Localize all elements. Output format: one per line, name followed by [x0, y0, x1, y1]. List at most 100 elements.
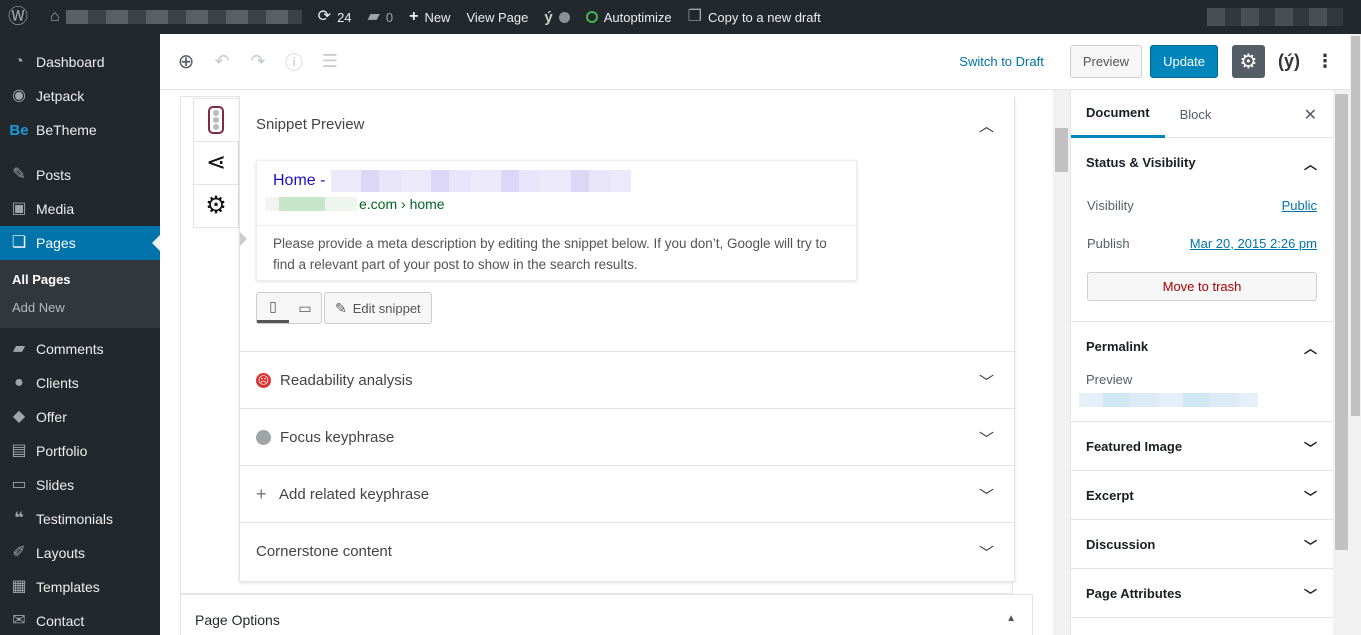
yoast-icon: (ý)	[1278, 51, 1300, 71]
permalink-url-redacted[interactable]	[1079, 393, 1258, 407]
settings-toggle-button[interactable]: ⚙	[1232, 45, 1265, 78]
discussion-panel[interactable]: Discussion ﹀	[1071, 520, 1333, 569]
menu-media[interactable]: ▣ Media	[0, 192, 160, 226]
new-content-link[interactable]: + New	[401, 0, 458, 34]
menu-dashboard[interactable]: ◔ Dashboard	[0, 45, 160, 79]
menu-label: Contact	[36, 613, 85, 629]
chevron-down-icon: ﹀	[978, 431, 994, 448]
visibility-toggle[interactable]: Public	[1282, 198, 1317, 213]
menu-offer[interactable]: ◆ Offer	[0, 400, 160, 434]
submenu-add-new[interactable]: Add New	[0, 294, 160, 322]
submenu-all-pages[interactable]: All Pages	[0, 266, 160, 294]
yoast-icon: ý	[544, 8, 553, 26]
preview-button[interactable]: Preview	[1069, 45, 1143, 78]
page-options-metabox[interactable]: Page Options ▲	[180, 594, 1033, 635]
pin-icon: ✎	[12, 166, 26, 183]
page-scrollbar[interactable]	[1350, 34, 1361, 635]
updates-link[interactable]: ⟳ 24	[310, 0, 360, 34]
comment-bubble-icon: ▰	[367, 8, 380, 25]
switch-to-draft-button[interactable]: Switch to Draft	[947, 45, 1056, 78]
panel-title: Status & Visibility	[1086, 154, 1196, 170]
menu-portfolio[interactable]: ▤ Portfolio	[0, 434, 160, 468]
vertical-ellipsis-icon: ⋮	[1316, 51, 1334, 71]
menu-label: Templates	[36, 579, 100, 595]
menu-posts[interactable]: ✎ Posts	[0, 158, 160, 192]
snippet-card[interactable]: Home - e.com › home Please provide a met…	[256, 160, 857, 281]
menu-label: Jetpack	[36, 88, 85, 104]
caret-right-icon	[240, 232, 254, 246]
betheme-icon: Be	[9, 121, 29, 139]
user-account-redacted[interactable]	[1207, 8, 1343, 26]
menu-layouts[interactable]: ✐ Layouts	[0, 536, 160, 570]
permalink-panel: Permalink ︿ Preview	[1071, 322, 1333, 422]
snippet-description: Please provide a meta description by edi…	[273, 236, 827, 272]
site-name[interactable]: ⌂	[42, 0, 310, 34]
status-visibility-panel: Status & Visibility ︿ Visibility Public …	[1071, 138, 1333, 322]
block-navigation-button[interactable]: ☰	[312, 44, 348, 80]
focus-keyphrase-section[interactable]: Focus keyphrase ﹀	[240, 409, 1014, 466]
menu-label: Pages	[36, 235, 76, 251]
share-icon: ⋖	[205, 149, 227, 176]
edit-snippet-button[interactable]: ✎ Edit snippet	[324, 292, 432, 324]
menu-jetpack[interactable]: ◉ Jetpack	[0, 79, 160, 113]
new-label: New	[424, 9, 451, 25]
menu-comments[interactable]: ▰ Comments	[0, 332, 160, 366]
media-icon: ▣	[11, 200, 27, 217]
related-keyphrase-section[interactable]: + Add related keyphrase ﹀	[240, 466, 1014, 523]
yoast-seo-tab[interactable]	[193, 98, 239, 142]
panel-title: Page Attributes	[1086, 585, 1182, 601]
publish-label: Publish	[1087, 235, 1130, 251]
excerpt-panel[interactable]: Excerpt ﹀	[1071, 471, 1333, 520]
settings-sidebar: Document Block ✕ Status & Visibility ︿ V…	[1070, 90, 1333, 635]
menu-templates[interactable]: ▦ Templates	[0, 570, 160, 604]
snippet-title: Home -	[273, 170, 632, 192]
undo-button[interactable]: ↶	[204, 44, 240, 80]
chevron-down-icon: ﹀	[978, 488, 994, 505]
yoast-social-tab[interactable]: ⋖	[193, 141, 239, 185]
sidebar-scrollbar[interactable]	[1333, 90, 1350, 635]
publish-date-toggle[interactable]: Mar 20, 2015 2:26 pm	[1190, 236, 1317, 251]
menu-contact[interactable]: ✉ Contact	[0, 604, 160, 635]
update-button[interactable]: Update	[1150, 45, 1218, 78]
move-to-trash-button[interactable]: Move to trash	[1087, 272, 1317, 301]
menu-betheme[interactable]: Be BeTheme	[0, 113, 160, 147]
close-icon[interactable]: ✕	[1304, 105, 1317, 125]
tab-block[interactable]: Block	[1165, 90, 1227, 138]
menu-pages[interactable]: ❏ Pages	[0, 226, 160, 260]
page-attributes-panel[interactable]: Page Attributes ﹀	[1071, 569, 1333, 618]
status-visibility-header[interactable]: Status & Visibility ︿	[1071, 138, 1333, 186]
visibility-label: Visibility	[1087, 197, 1134, 213]
permalink-header[interactable]: Permalink ︿	[1071, 322, 1333, 370]
add-block-button[interactable]: ⊕	[168, 44, 204, 80]
yoast-settings-tab[interactable]: ⚙	[193, 184, 239, 228]
menu-testimonials[interactable]: ❝ Testimonials	[0, 502, 160, 536]
testimonials-icon: ❝	[14, 510, 24, 527]
view-page-link[interactable]: View Page	[458, 0, 536, 34]
tab-document[interactable]: Document	[1071, 90, 1165, 138]
content-info-button[interactable]: ⓘ	[276, 44, 312, 80]
cornerstone-section[interactable]: Cornerstone content ﹀	[240, 523, 1014, 579]
wordpress-logo[interactable]: Ⓦ	[0, 0, 42, 34]
menu-clients[interactable]: ● Clients	[0, 366, 160, 400]
menu-label: Slides	[36, 477, 75, 493]
comments-link[interactable]: ▰ 0	[360, 0, 402, 34]
yoast-sidebar-button[interactable]: (ý)	[1271, 44, 1307, 80]
readability-section[interactable]: ☹ Readability analysis ﹀	[240, 352, 1014, 409]
desktop-preview-button[interactable]: ▭	[289, 293, 321, 323]
admin-bar: Ⓦ ⌂ ⟳ 24 ▰ 0 + New View Page ý Autoptimi…	[0, 0, 1361, 34]
snippet-preview-section: Snippet Preview ︿ Home - e.com › home Pl…	[240, 96, 1014, 352]
featured-image-panel[interactable]: Featured Image ﹀	[1071, 422, 1333, 471]
more-menu-button[interactable]: ⋮	[1307, 44, 1343, 80]
chevron-down-icon: ﹀	[978, 374, 994, 391]
redo-button[interactable]: ↷	[240, 44, 276, 80]
snippet-preview-header[interactable]: Snippet Preview ︿	[240, 96, 1014, 152]
autoptimize-menu[interactable]: Autoptimize	[578, 0, 680, 34]
mobile-preview-button[interactable]: ▯	[257, 293, 289, 323]
content-scrollbar[interactable]	[1053, 90, 1070, 635]
yoast-adminbar-menu[interactable]: ý	[536, 0, 577, 34]
copy-to-draft-link[interactable]: ❐ Copy to a new draft	[680, 0, 829, 34]
snippet-url-text: e.com › home	[359, 196, 445, 212]
menu-slides[interactable]: ▭ Slides	[0, 468, 160, 502]
snippet-url-redacted	[265, 197, 357, 211]
section-title: Readability analysis	[280, 371, 413, 389]
